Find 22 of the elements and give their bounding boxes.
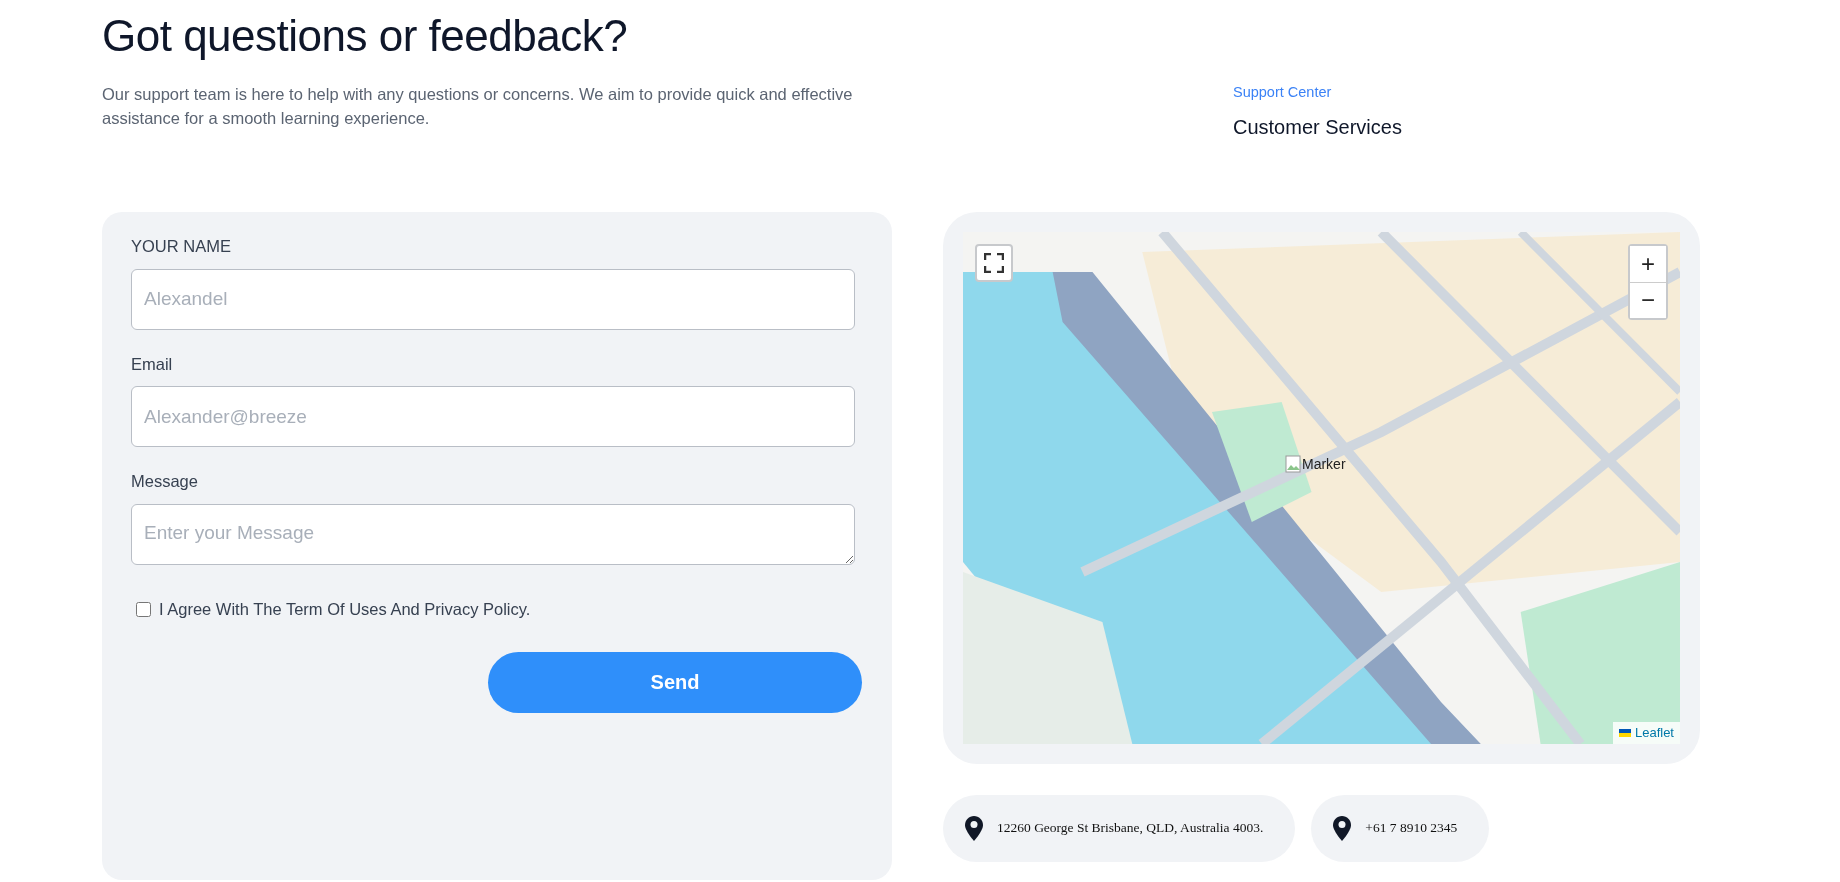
marker-label: Marker bbox=[1302, 454, 1346, 474]
field-label: YOUR NAME bbox=[131, 235, 231, 257]
field-label: Email bbox=[131, 353, 173, 375]
customer-services-heading: Customer Services bbox=[1233, 114, 1402, 140]
location-pin-icon bbox=[1333, 815, 1352, 841]
field-label: Message bbox=[131, 471, 198, 493]
agree-label: I Agree With The Term Of Uses And Privacy Policy. bbox=[159, 599, 531, 620]
fullscreen-button[interactable] bbox=[975, 243, 1013, 282]
input-field[interactable]: Alexander@breeze bbox=[131, 386, 855, 448]
agree-checkbox[interactable] bbox=[136, 601, 151, 617]
page-heading: Got questions or feedback? bbox=[102, 10, 629, 62]
zoom-out-button[interactable]: − bbox=[1630, 281, 1666, 318]
message-field[interactable]: Enter your Message bbox=[131, 504, 855, 565]
broken-image-icon bbox=[1285, 455, 1301, 474]
support-center-label: Support Center bbox=[1233, 83, 1333, 102]
flag-icon bbox=[1618, 729, 1631, 737]
description-text: Our support team is here to help with any questions or concerns. We aim to provide quick and effective assistance for a smooth learning experience. bbox=[102, 83, 854, 129]
input-field[interactable]: Alexandel bbox=[131, 268, 855, 330]
fullscreen-icon bbox=[984, 252, 1004, 273]
contact-text: 12260 George St Brisbane, QLD, Australia 4003. bbox=[997, 819, 1264, 838]
contact-text: +61 7 8910 2345 bbox=[1365, 819, 1458, 838]
location-pin-icon bbox=[965, 815, 983, 841]
